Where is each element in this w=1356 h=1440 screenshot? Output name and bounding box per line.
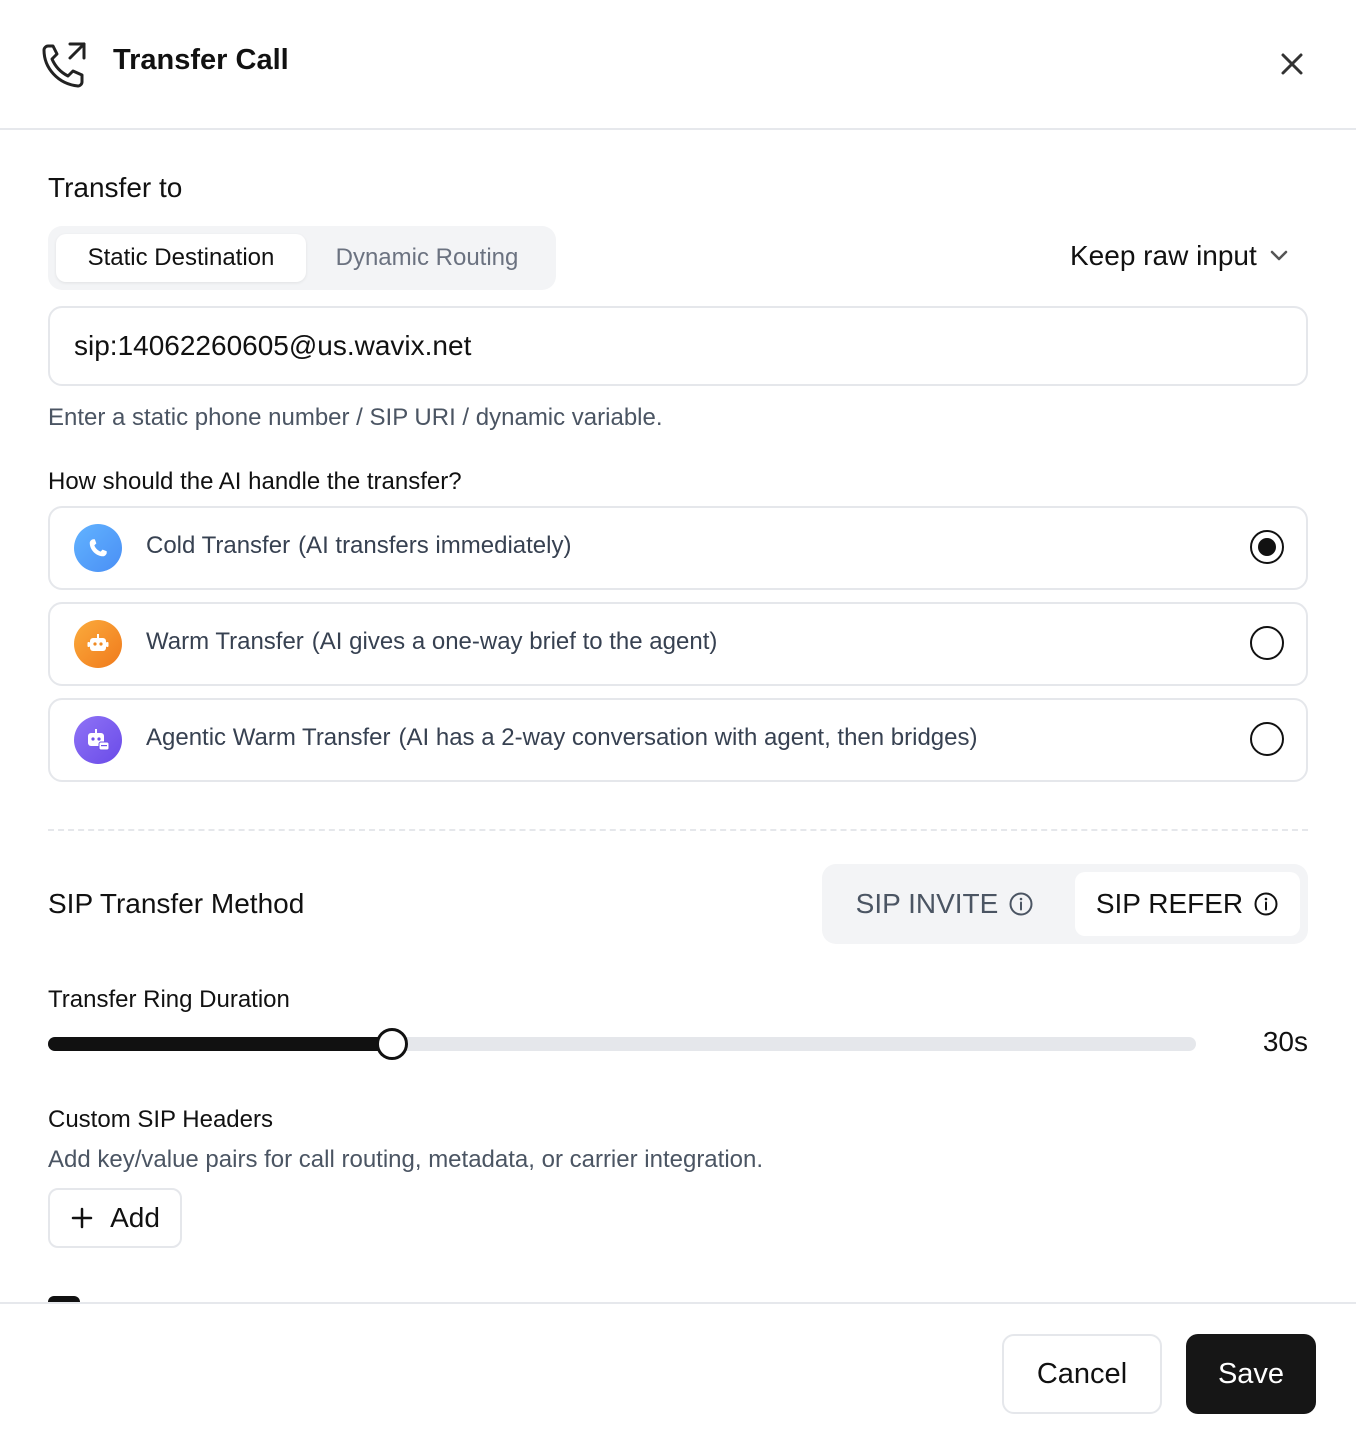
section-divider xyxy=(48,829,1308,831)
sip-method-toggle: SIP INVITE SIP REFER xyxy=(822,864,1308,944)
sip-invite-label: SIP INVITE xyxy=(855,888,999,919)
tab-static-destination[interactable]: Static Destination xyxy=(56,234,306,282)
option-description: (AI has a 2-way conversation with agent,… xyxy=(398,724,978,751)
dialog-footer: Cancel Save xyxy=(0,1302,1356,1440)
format-dropdown[interactable]: Keep raw input xyxy=(1070,240,1289,272)
cancel-button[interactable]: Cancel xyxy=(1002,1334,1162,1414)
destination-helper: Enter a static phone number / SIP URI / … xyxy=(48,404,663,431)
slider-fill xyxy=(48,1037,392,1051)
option-description: (AI transfers immediately) xyxy=(298,532,572,559)
dialog-header: Transfer Call xyxy=(0,0,1356,130)
ring-duration-label: Transfer Ring Duration xyxy=(48,986,290,1013)
slider-thumb[interactable] xyxy=(376,1028,408,1060)
radio-warm-transfer[interactable] xyxy=(1250,626,1284,660)
option-title: Warm Transfer xyxy=(146,628,304,655)
sip-invite-option[interactable]: SIP INVITE xyxy=(830,872,1060,936)
robot-chat-icon xyxy=(74,716,122,764)
info-icon[interactable] xyxy=(1253,891,1279,917)
option-agentic-warm-transfer[interactable]: Agentic Warm Transfer (AI has a 2-way con… xyxy=(48,698,1308,782)
option-warm-transfer[interactable]: Warm Transfer (AI gives a one-way brief t… xyxy=(48,602,1308,686)
handling-question: How should the AI handle the transfer? xyxy=(48,468,462,495)
add-header-label: Add xyxy=(110,1202,160,1233)
plus-icon xyxy=(71,1207,93,1229)
tab-dynamic-routing[interactable]: Dynamic Routing xyxy=(306,234,548,282)
destination-type-toggle: Static Destination Dynamic Routing xyxy=(48,226,556,290)
destination-input[interactable] xyxy=(48,306,1308,386)
sip-refer-option[interactable]: SIP REFER xyxy=(1075,872,1300,936)
radio-agentic-warm-transfer[interactable] xyxy=(1250,722,1284,756)
option-title: Agentic Warm Transfer xyxy=(146,724,391,751)
format-dropdown-value: Keep raw input xyxy=(1070,240,1257,271)
custom-headers-label: Custom SIP Headers xyxy=(48,1106,273,1133)
ring-duration-value: 30s xyxy=(1262,1026,1308,1057)
add-header-button[interactable]: Add xyxy=(48,1188,182,1248)
option-title: Cold Transfer xyxy=(146,532,291,559)
dialog-body: Transfer to Static Destination Dynamic R… xyxy=(0,132,1356,1302)
phone-icon xyxy=(74,524,122,572)
close-icon[interactable] xyxy=(1276,48,1308,80)
chevron-down-icon xyxy=(1270,250,1288,261)
sip-method-heading: SIP Transfer Method xyxy=(48,888,305,919)
ring-duration-slider[interactable] xyxy=(48,1028,1196,1060)
option-description: (AI gives a one-way brief to the agent) xyxy=(311,628,718,655)
robot-icon xyxy=(74,620,122,668)
custom-headers-helper: Add key/value pairs for call routing, me… xyxy=(48,1146,764,1173)
save-button[interactable]: Save xyxy=(1186,1334,1316,1414)
transfer-to-heading: Transfer to xyxy=(48,172,183,203)
phone-transfer-icon xyxy=(42,42,86,88)
sip-refer-label: SIP REFER xyxy=(1095,888,1244,919)
option-cold-transfer[interactable]: Cold Transfer (AI transfers immediately) xyxy=(48,506,1308,590)
info-icon[interactable] xyxy=(1008,891,1034,917)
dialog-title: Transfer Call xyxy=(113,44,289,76)
radio-cold-transfer[interactable] xyxy=(1250,530,1284,564)
